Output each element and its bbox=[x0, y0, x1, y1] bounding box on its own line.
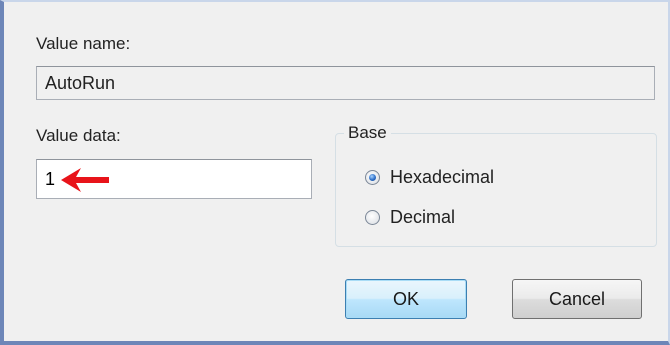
value-data-text: 1 bbox=[45, 168, 56, 189]
value-name-field: AutoRun bbox=[36, 66, 655, 100]
edit-string-dialog: Value name: AutoRun Value data: 1 Base H… bbox=[0, 0, 670, 345]
red-arrow-left-icon bbox=[61, 168, 109, 192]
base-group bbox=[335, 133, 657, 247]
radio-decimal-label: Decimal bbox=[390, 207, 456, 227]
radio-hexadecimal[interactable]: Hexadecimal bbox=[365, 167, 494, 188]
ok-button[interactable]: OK bbox=[345, 279, 467, 319]
radio-hexadecimal-button[interactable] bbox=[365, 170, 380, 185]
cancel-button[interactable]: Cancel bbox=[512, 279, 642, 319]
radio-hexadecimal-label: Hexadecimal bbox=[390, 167, 495, 187]
base-group-label: Base bbox=[344, 123, 391, 143]
value-name-label: Value name: bbox=[36, 34, 131, 53]
value-data-label: Value data: bbox=[36, 126, 121, 145]
radio-decimal-button[interactable] bbox=[365, 210, 380, 225]
value-name-text: AutoRun bbox=[45, 72, 116, 93]
radio-decimal[interactable]: Decimal bbox=[365, 207, 455, 228]
